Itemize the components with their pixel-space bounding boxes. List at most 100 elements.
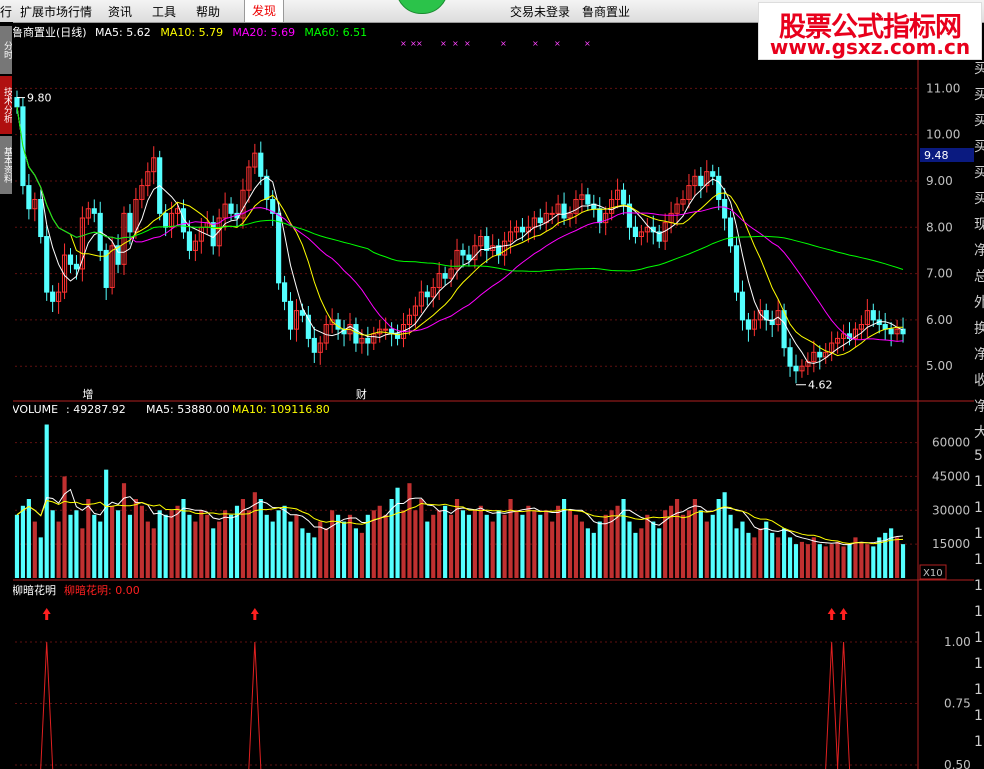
volume-bar (645, 514, 650, 578)
candle-body (14, 97, 20, 108)
price-tick-label: 6.00 (926, 313, 953, 327)
candle-body (460, 249, 466, 256)
volume-bar (526, 505, 531, 578)
login-status[interactable]: 交易未登录 (510, 3, 570, 20)
volume-bar (425, 521, 430, 578)
candle-body (383, 328, 389, 331)
price-tick-label: 11.00 (926, 81, 960, 95)
signal-spike (825, 641, 839, 769)
volume-bar (294, 514, 299, 578)
volume-bar (704, 521, 709, 578)
volume-bar (900, 544, 906, 578)
volume-bar (115, 510, 121, 578)
indicator-tick-label: 1.00 (944, 635, 971, 649)
volume-bar (26, 499, 31, 578)
candle-body (632, 226, 639, 238)
signal-cross: × (400, 39, 407, 48)
candle-body (258, 152, 264, 177)
signal-cross: × (554, 39, 561, 48)
volume-bar (823, 546, 828, 578)
signal-spike (40, 641, 54, 769)
tab-intraday[interactable]: 分时 (0, 26, 12, 74)
signal-cross: × (500, 39, 507, 48)
chart-title: 鲁商置业(日线) (12, 25, 87, 39)
stock-chart[interactable]: 11.00 10.00 9.00 8.00 7.00 6.00 5.00 60000 4500… (0, 22, 974, 769)
candle-body (716, 175, 722, 200)
price-tick-label: 5.00 (926, 359, 953, 373)
left-tab-strip: 分时 技术分析 基本资料 (0, 22, 13, 769)
candle-body (424, 291, 430, 298)
right-strip-char: 现 (974, 217, 984, 233)
volume-bar (133, 499, 138, 578)
menu-item-news[interactable]: 资讯 (108, 3, 132, 20)
volume-bar (377, 505, 382, 578)
signal-spike (837, 641, 851, 769)
volume-bar (639, 528, 644, 578)
indicator-tick-label: 0.75 (944, 697, 971, 711)
menu-item-discover[interactable]: 发现 (244, 0, 284, 22)
price-tick-label: 7.00 (926, 267, 953, 281)
volume-bar (847, 544, 852, 578)
volume-bar (312, 537, 317, 578)
menu-item-extended-market[interactable]: 扩展市场行情 (20, 3, 92, 20)
price-tick-label: 9.00 (926, 174, 953, 188)
volume-bar (401, 510, 406, 578)
candle-body (870, 310, 876, 321)
right-strip-char: 1 (974, 604, 983, 620)
volume-bar (770, 532, 775, 578)
event-marker: 增 (82, 387, 93, 401)
volume-bar (538, 514, 543, 578)
quick-action-button[interactable] (396, 0, 448, 14)
volume-bar (627, 521, 632, 578)
low-price-label: 4.62 (808, 379, 833, 392)
ma-legend-item: MA10: 5.79 (160, 26, 223, 39)
candle-body (698, 175, 704, 187)
right-info-strip: 买买买买买买现净总外换净收净大511111111111 (974, 58, 984, 769)
signal-up-arrow (839, 608, 848, 620)
volume-bar (270, 521, 275, 578)
menu-item-tools[interactable]: 工具 (152, 3, 176, 20)
right-strip-char: 买 (974, 191, 984, 207)
volume-bar (776, 537, 781, 578)
price-tick-label: 8.00 (926, 220, 953, 234)
volume-bar (175, 505, 180, 578)
ma-legend-item: MA20: 5.69 (232, 26, 295, 39)
volume-bar (300, 528, 305, 578)
menu-item-help[interactable]: 帮助 (196, 3, 220, 20)
tab-technical-analysis[interactable]: 技术分析 (0, 76, 12, 134)
tab-fundamentals[interactable]: 基本资料 (0, 136, 12, 194)
volume-bar (383, 514, 388, 578)
candle-body (585, 194, 591, 205)
candle-body (787, 347, 793, 367)
candle-body (38, 198, 44, 238)
candle-body (127, 212, 133, 233)
volume-bar (752, 537, 757, 578)
candle-body (353, 324, 359, 344)
candle-body (549, 212, 555, 215)
ma-line-ma60 (16, 106, 904, 272)
volume-bar (276, 510, 281, 578)
volume-bar (80, 528, 85, 578)
volume-bar (193, 521, 198, 578)
volume-bar (859, 541, 864, 578)
candle-body (50, 291, 56, 302)
candle-body (745, 319, 751, 330)
volume-bar (246, 510, 251, 578)
volume-bar (336, 514, 341, 578)
volume-bar (520, 514, 525, 578)
volume-bar (50, 510, 55, 578)
right-strip-char: 净 (974, 347, 984, 363)
right-strip-char: 净 (974, 243, 984, 259)
volume-bar (573, 514, 579, 578)
candle-body (186, 231, 193, 251)
signal-spike (248, 641, 262, 769)
signal-cross: × (416, 39, 423, 48)
menu-item-partial[interactable]: 行 (0, 3, 12, 20)
volume-bar (793, 544, 799, 578)
signal-cross: × (532, 39, 539, 48)
volume-bar (324, 528, 329, 578)
volume-bar (282, 505, 287, 578)
volume-bars (14, 424, 906, 578)
volume-bar (597, 521, 602, 578)
volume-bar (490, 521, 495, 578)
